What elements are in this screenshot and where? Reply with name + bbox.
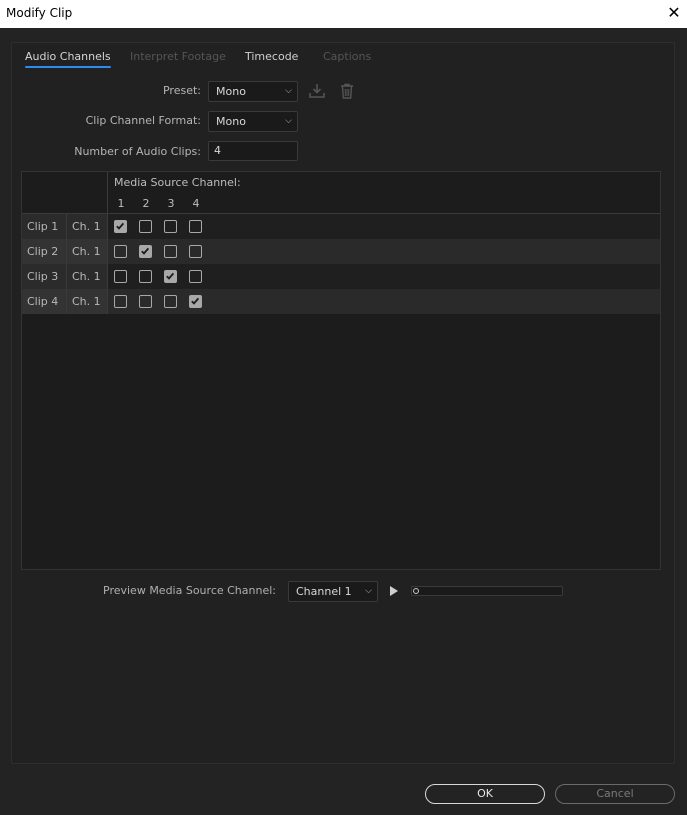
channel-checkbox[interactable] <box>139 270 152 283</box>
checkmark-icon <box>141 247 150 255</box>
clip-channel-cell: Ch. 1 <box>67 264 108 289</box>
clip-channel-format-value: Mono <box>216 115 246 128</box>
channel-checkbox[interactable] <box>164 295 177 308</box>
clip-channel-format-label: Clip Channel Format: <box>85 114 201 127</box>
title-bar: Modify Clip ✕ <box>0 0 687 28</box>
ok-button[interactable]: OK <box>425 784 545 804</box>
channel-header-3: 3 <box>167 197 175 210</box>
channel-header-4: 4 <box>192 197 200 210</box>
table-row: Clip 2 Ch. 1 <box>22 239 660 264</box>
preview-channel-label: Preview Media Source Channel: <box>103 584 276 597</box>
preset-label: Preset: <box>162 84 201 97</box>
clip-name-cell: Clip 2 <box>22 239 67 264</box>
save-preset-icon[interactable] <box>308 82 326 100</box>
channel-checkbox[interactable] <box>114 270 127 283</box>
channel-grid: Media Source Channel: 1 2 3 4 Clip 1 Ch. … <box>21 171 661 570</box>
trash-icon[interactable] <box>338 82 356 100</box>
media-source-channel-label: Media Source Channel: <box>114 176 241 189</box>
checkmark-icon <box>191 297 200 305</box>
channel-checkbox[interactable] <box>189 295 202 308</box>
channel-checkbox[interactable] <box>139 245 152 258</box>
table-row: Clip 1 Ch. 1 <box>22 214 660 239</box>
channel-checkbox[interactable] <box>189 245 202 258</box>
chevron-down-icon: ⌵ <box>285 116 292 126</box>
clip-name-cell: Clip 3 <box>22 264 67 289</box>
channel-checkbox[interactable] <box>114 295 127 308</box>
close-icon[interactable]: ✕ <box>665 3 683 23</box>
window-title: Modify Clip <box>6 6 73 20</box>
channel-checkbox[interactable] <box>164 245 177 258</box>
channel-checkbox[interactable] <box>164 270 177 283</box>
grid-header-corner <box>22 172 108 213</box>
clip-name-cell: Clip 4 <box>22 289 67 314</box>
clip-channel-cell: Ch. 1 <box>67 214 108 239</box>
table-row: Clip 3 Ch. 1 <box>22 264 660 289</box>
tab-captions[interactable]: Captions <box>323 50 371 63</box>
channel-checkbox[interactable] <box>139 295 152 308</box>
tab-timecode[interactable]: Timecode <box>245 50 298 63</box>
table-row: Clip 4 Ch. 1 <box>22 289 660 314</box>
checkmark-icon <box>116 222 125 230</box>
play-icon[interactable] <box>389 585 399 597</box>
preview-scrub-handle[interactable] <box>413 588 419 594</box>
channel-header-1: 1 <box>117 197 125 210</box>
chevron-down-icon: ⌵ <box>365 586 372 596</box>
clip-name-cell: Clip 1 <box>22 214 67 239</box>
preview-scrub-slider[interactable] <box>411 586 563 596</box>
number-of-audio-clips-field[interactable]: 4 <box>208 141 298 161</box>
preset-value: Mono <box>216 85 246 98</box>
tab-interpret-footage[interactable]: Interpret Footage <box>130 50 226 63</box>
tab-audio-channels[interactable]: Audio Channels <box>25 50 111 68</box>
clip-channel-cell: Ch. 1 <box>67 239 108 264</box>
checkmark-icon <box>166 272 175 280</box>
clip-channel-cell: Ch. 1 <box>67 289 108 314</box>
channel-checkbox[interactable] <box>189 220 202 233</box>
chevron-down-icon: ⌵ <box>285 86 292 96</box>
preset-dropdown[interactable]: Mono ⌵ <box>208 81 298 102</box>
channel-checkbox[interactable] <box>114 245 127 258</box>
cancel-button[interactable]: Cancel <box>555 784 675 804</box>
channel-checkbox[interactable] <box>164 220 177 233</box>
channel-checkbox[interactable] <box>189 270 202 283</box>
preview-channel-dropdown[interactable]: Channel 1 ⌵ <box>288 581 378 602</box>
channel-header-2: 2 <box>142 197 150 210</box>
channel-checkbox[interactable] <box>139 220 152 233</box>
preview-channel-value: Channel 1 <box>296 585 352 598</box>
clip-channel-format-dropdown[interactable]: Mono ⌵ <box>208 111 298 132</box>
channel-checkbox[interactable] <box>114 220 127 233</box>
number-of-audio-clips-label: Number of Audio Clips: <box>74 145 201 158</box>
